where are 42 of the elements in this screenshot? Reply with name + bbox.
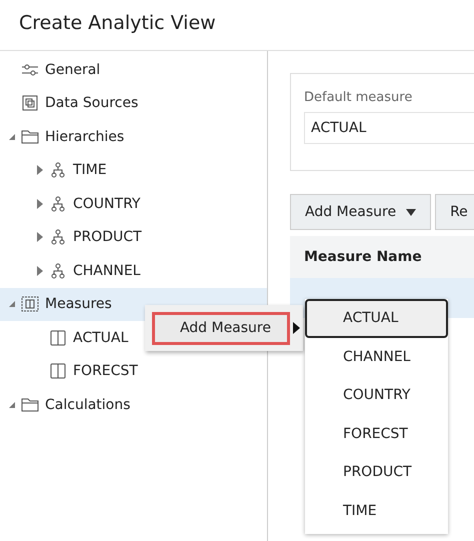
tree-item[interactable]: Data Sources	[0, 86, 267, 120]
tree-item[interactable]: General	[0, 53, 267, 86]
tree-item[interactable]: TIME	[0, 154, 267, 187]
window-title: Create Analytic View	[18, 11, 216, 36]
hierarchy-icon	[49, 262, 67, 279]
hierarchy-icon	[49, 196, 67, 212]
expanded-icon[interactable]	[8, 300, 16, 308]
column-icon	[49, 330, 67, 346]
hierarchy-icon	[49, 162, 67, 178]
caret-icon	[406, 208, 416, 216]
toolbar-button[interactable]: Re	[435, 194, 474, 230]
folder-icon	[21, 129, 39, 144]
expanded-icon[interactable]	[8, 400, 16, 409]
tree-item[interactable]: CHANNEL	[0, 254, 267, 288]
expand-icon[interactable]	[36, 198, 44, 209]
default-measure-field[interactable]: ACTUAL	[304, 112, 474, 144]
tree-item[interactable]: PRODUCT	[0, 220, 267, 254]
expanded-icon[interactable]	[8, 132, 16, 141]
hierarchy-icon	[49, 229, 67, 246]
measures-icon	[21, 296, 39, 312]
menu-item[interactable]: COUNTRY	[305, 376, 448, 414]
tree-item[interactable]: Hierarchies	[0, 120, 267, 154]
expand-icon[interactable]	[36, 232, 44, 242]
menu-item[interactable]: Add Measure	[152, 312, 290, 344]
expand-icon[interactable]	[36, 165, 44, 176]
folder-icon	[21, 397, 39, 412]
tree-item[interactable]: Calculations	[0, 388, 267, 422]
tree-item[interactable]: FORECST	[0, 354, 267, 388]
data-source-icon	[21, 95, 39, 112]
submenu-arrow-icon	[293, 322, 300, 334]
menu-item[interactable]: ACTUAL	[305, 299, 448, 338]
tree-item[interactable]: COUNTRY	[0, 187, 267, 220]
column-header: Measure Name	[304, 249, 422, 265]
menu-item[interactable]: TIME	[305, 492, 448, 530]
menu-item[interactable]: CHANNEL	[305, 338, 448, 376]
sliders-icon	[21, 62, 39, 78]
toolbar-button[interactable]: Add Measure	[290, 194, 432, 230]
expand-icon[interactable]	[36, 266, 44, 276]
menu-item[interactable]: FORECST	[305, 414, 448, 453]
menu-item[interactable]: PRODUCT	[305, 453, 448, 492]
field-label: Default measure	[304, 90, 412, 105]
column-icon	[49, 363, 67, 380]
